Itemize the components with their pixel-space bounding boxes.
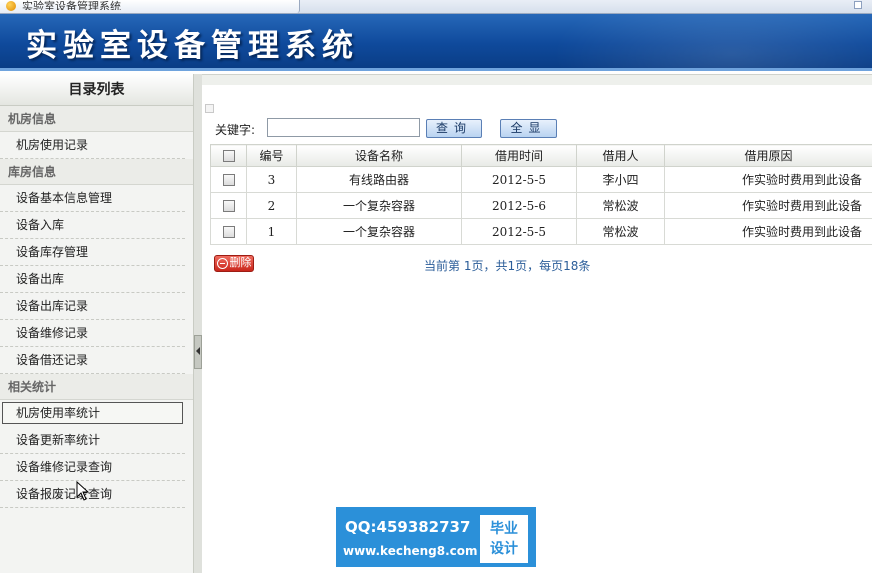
- cell-person: 李小四: [576, 166, 665, 193]
- minus-circle-icon: [217, 258, 228, 269]
- borrow-record-table: 编号 设备名称 借用时间 借用人 借用原因 3 有线路由器 2012-5-5 李…: [210, 144, 872, 245]
- sidebar-item-room-usage-stats[interactable]: 机房使用率统计: [2, 402, 183, 424]
- row-select-cell: [210, 192, 247, 219]
- watermark-qq: QQ:459382737: [345, 518, 471, 536]
- sidebar-header: 目录列表: [0, 74, 193, 106]
- row-select-cell: [210, 218, 247, 245]
- search-bar: 关键字: 查询 全显: [215, 117, 865, 139]
- watermark-badge-line1: 毕业: [490, 521, 518, 537]
- sidebar-item-equipment-out[interactable]: 设备出库: [0, 266, 185, 293]
- row-select-cell: [210, 166, 247, 193]
- collapse-sidebar-handle[interactable]: [194, 335, 202, 369]
- cell-time: 2012-5-6: [461, 192, 577, 219]
- delete-button[interactable]: 删除: [214, 255, 254, 272]
- watermark-url: www.kecheng8.com: [343, 544, 478, 558]
- sidebar-item-borrow-record[interactable]: 设备借还记录: [0, 347, 185, 374]
- sidebar-item-equipment-info[interactable]: 设备基本信息管理: [0, 185, 185, 212]
- cell-reason: 作实验时费用到此设备: [664, 192, 872, 219]
- show-all-button[interactable]: 全显: [500, 119, 557, 138]
- cell-name: 一个复杂容器: [296, 192, 462, 219]
- cell-person: 常松波: [576, 218, 665, 245]
- table-row[interactable]: 2 一个复杂容器 2012-5-6 常松波 作实验时费用到此设备: [210, 192, 872, 219]
- app-banner: 实验室设备管理系统: [0, 14, 872, 71]
- sidebar-item-room-usage-record[interactable]: 机房使用记录: [0, 132, 185, 159]
- sidebar: 目录列表 机房信息 机房使用记录 库房信息 设备基本信息管理 设备入库 设备库存…: [0, 74, 194, 573]
- favicon-icon: [6, 1, 16, 11]
- column-header-time[interactable]: 借用时间: [461, 144, 577, 167]
- app-title: 实验室设备管理系统: [26, 28, 359, 64]
- watermark: QQ:459382737 www.kecheng8.com 毕业 设计: [336, 507, 536, 567]
- browser-tab-strip: 实验室设备管理系统: [0, 0, 872, 14]
- select-all-checkbox[interactable]: [222, 150, 235, 162]
- table-header-row: 编号 设备名称 借用时间 借用人 借用原因: [210, 144, 872, 167]
- sidebar-item-update-rate-stats[interactable]: 设备更新率统计: [0, 427, 185, 454]
- watermark-badge: 毕业 设计: [480, 515, 528, 563]
- arrow-left-icon: [196, 347, 200, 355]
- small-checkbox[interactable]: [205, 104, 214, 113]
- table-footer: 删除 当前第 1页，共1页，每页18条: [214, 255, 854, 275]
- select-all-cell: [210, 144, 247, 167]
- column-header-name[interactable]: 设备名称: [296, 144, 462, 167]
- cell-time: 2012-5-5: [461, 166, 577, 193]
- row-checkbox[interactable]: [222, 200, 235, 212]
- sidebar-item-repair-query[interactable]: 设备维修记录查询: [0, 454, 185, 481]
- watermark-badge-line2: 设计: [490, 541, 518, 557]
- row-checkbox[interactable]: [222, 226, 235, 238]
- sidebar-item-inventory[interactable]: 设备库存管理: [0, 239, 185, 266]
- mouse-cursor-icon: [76, 481, 90, 501]
- column-header-person[interactable]: 借用人: [576, 144, 665, 167]
- sidebar-item-scrap-query[interactable]: 设备报废记录查询: [0, 481, 185, 508]
- cell-name: 有线路由器: [296, 166, 462, 193]
- keyword-input[interactable]: [267, 118, 420, 137]
- delete-button-label: 删除: [229, 257, 252, 269]
- sidebar-item-out-record[interactable]: 设备出库记录: [0, 293, 185, 320]
- sidebar-splitter[interactable]: [194, 74, 202, 573]
- browser-tab-title: 实验室设备管理系统: [22, 0, 121, 10]
- cell-id: 3: [246, 166, 297, 193]
- cell-time: 2012-5-5: [461, 218, 577, 245]
- pagination-info: 当前第 1页，共1页，每页18条: [424, 259, 591, 273]
- main-content: 关键字: 查询 全显 编号 设备名称 借用时间 借用人 借用原因 3 有线路由器: [202, 74, 872, 573]
- sidebar-group-statistics: 相关统计: [0, 374, 193, 400]
- cell-reason: 作实验时费用到此设备: [664, 218, 872, 245]
- column-header-id[interactable]: 编号: [246, 144, 297, 167]
- cell-id: 1: [246, 218, 297, 245]
- cell-person: 常松波: [576, 192, 665, 219]
- cell-name: 一个复杂容器: [296, 218, 462, 245]
- cell-reason: 作实验时费用到此设备: [664, 166, 872, 193]
- sidebar-group-storage: 库房信息: [0, 159, 193, 185]
- table-row[interactable]: 3 有线路由器 2012-5-5 李小四 作实验时费用到此设备: [210, 166, 872, 193]
- query-button[interactable]: 查询: [426, 119, 482, 138]
- cell-id: 2: [246, 192, 297, 219]
- table-row[interactable]: 1 一个复杂容器 2012-5-5 常松波 作实验时费用到此设备: [210, 218, 872, 245]
- sidebar-item-repair-record[interactable]: 设备维修记录: [0, 320, 185, 347]
- row-checkbox[interactable]: [222, 174, 235, 186]
- browser-tab[interactable]: 实验室设备管理系统: [0, 0, 300, 13]
- keyword-label: 关键字:: [215, 123, 256, 137]
- main-top-strip: [202, 75, 872, 85]
- window-control-icon[interactable]: [854, 1, 862, 9]
- sidebar-group-room: 机房信息: [0, 106, 193, 132]
- sidebar-item-equipment-in[interactable]: 设备入库: [0, 212, 185, 239]
- column-header-reason[interactable]: 借用原因: [664, 144, 872, 167]
